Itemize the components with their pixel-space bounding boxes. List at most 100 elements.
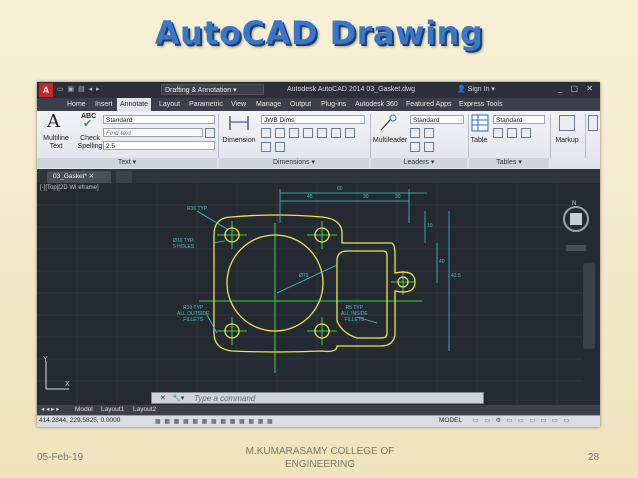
tab-express-tools[interactable]: Express Tools (459, 98, 502, 111)
slide-title: AutoCAD Drawing (154, 14, 484, 52)
dim-top-overall: 80 (337, 186, 343, 192)
drafting-toggles[interactable]: ▦ ▦ ▦ ▦ ▦ ▦ ▦ ▦ ▦ ▦ ▦ ▦ ▦ (155, 418, 274, 425)
dim-tool-icon-8[interactable] (261, 142, 271, 152)
dim-tool-icon-3[interactable] (289, 128, 299, 138)
svg-text:N: N (572, 201, 576, 207)
note-outside-fillets: R10 TYP ALL OUTSIDE FILLETS (177, 305, 209, 323)
dim-right-overall: 42.5 (451, 273, 461, 279)
slide-college: M.KUMARASAMY COLLEGE OF ENGINEERING (240, 445, 400, 471)
tab-featured-apps[interactable]: Featured Apps (406, 98, 452, 111)
tab-autodesk-360[interactable]: Autodesk 360 (355, 98, 398, 111)
leaders-panel-label[interactable]: Leaders ▾ (371, 158, 467, 168)
annotation-scaling-icon[interactable] (588, 115, 598, 131)
command-line[interactable]: ✕ 🔧▾ Type a command (151, 392, 484, 404)
window-controls[interactable]: _ ▢ ✕ (558, 84, 596, 93)
note-outside-3: FILLETS (183, 317, 204, 323)
dim-top-left: 45 (307, 194, 313, 200)
text-style-value: Standard (106, 117, 133, 124)
align-leader-icon[interactable] (410, 142, 420, 152)
dim-tool-icon-1[interactable] (261, 128, 271, 138)
multileader-icon (380, 114, 397, 131)
find-replace-icon[interactable] (205, 128, 215, 138)
status-tray-icons[interactable]: ▭ ▭ ⚙ ▭ ▭ ▭ ▭ ▭ ▭ (473, 417, 571, 424)
note-r16: R16 TYP. (187, 206, 208, 212)
table-tool-icon-2[interactable] (507, 128, 517, 138)
text-height-dropdown[interactable]: 2.5 (103, 141, 215, 150)
centerlines (199, 221, 422, 373)
new-tab-button[interactable] (116, 171, 132, 183)
quick-access-toolbar[interactable]: ▭ ▣ ▤ ◂ ▸ (57, 85, 101, 93)
find-text-input[interactable]: Find text (103, 128, 203, 137)
drawing-canvas[interactable]: [-][Top][2D Wireframe] R16 TYP. Ø10 TYP.… (37, 183, 600, 405)
command-prompt-icon[interactable]: 🔧▾ (172, 394, 184, 402)
remove-leader-icon[interactable] (424, 128, 434, 138)
tab-layout[interactable]: Layout (159, 98, 180, 111)
markup-label: Markup (555, 137, 579, 144)
workspace-dropdown[interactable]: Drafting & Annotation ▾ (161, 84, 264, 95)
tab-view[interactable]: View (231, 98, 246, 111)
check-spelling-label-1: Check (80, 135, 100, 142)
title-bar: A ▭ ▣ ▤ ◂ ▸ Drafting & Annotation ▾ Auto… (37, 82, 600, 98)
collect-leader-icon[interactable] (424, 142, 434, 152)
multiline-label-2: Text (49, 143, 63, 150)
college-line-2: ENGINEERING (284, 459, 355, 470)
layout-nav-arrows[interactable]: ◂ ◂ ▸ ▸ (41, 405, 59, 415)
tab-parametric[interactable]: Parametric (189, 98, 223, 111)
text-style-dropdown[interactable]: Standard (103, 115, 215, 124)
tab-manage[interactable]: Manage (256, 98, 281, 111)
mleader-style-dropdown[interactable]: Standard (410, 115, 464, 124)
text-panel-label[interactable]: Text ▾ (37, 158, 217, 168)
workspace-label: Drafting & Annotation (165, 87, 232, 94)
layout-tabs: ◂ ◂ ▸ ▸ Model Layout1 Layout2 (37, 405, 600, 415)
dim-tool-icon-6[interactable] (331, 128, 341, 138)
dimension-icon (229, 116, 249, 130)
tab-annotate[interactable]: Annotate (117, 98, 152, 111)
document-tab-gasket[interactable]: 03_Gasket* ✕ (47, 171, 111, 183)
note-holes-2: 5 HOLES (173, 244, 195, 250)
checkmark-icon: ✔ (83, 118, 93, 130)
autocad-logo-icon[interactable]: A (39, 83, 53, 97)
dimension-lines (196, 189, 450, 351)
table-tool-icon-1[interactable] (493, 128, 503, 138)
dim-tool-icon-5[interactable] (317, 128, 327, 138)
dim-tool-icon-7[interactable] (345, 128, 355, 138)
viewcube-icon[interactable]: N (561, 197, 591, 253)
gasket-drawing (37, 183, 582, 405)
sign-in-button[interactable]: 👤 Sign In ▾ (457, 85, 495, 93)
check-spelling-label-2: Spelling (77, 143, 103, 150)
dim-tool-icon-4[interactable] (303, 128, 313, 138)
dim-diameter: Ø70 (299, 273, 309, 279)
tab-insert[interactable]: Insert (95, 98, 113, 111)
text-a-icon: A (47, 111, 60, 132)
close-icon[interactable]: ✕ (89, 173, 94, 180)
tab-model[interactable]: Model (75, 405, 93, 415)
navigation-bar[interactable] (583, 263, 595, 349)
add-leader-icon[interactable] (410, 128, 420, 138)
slide-date: 05-Feb-19 (37, 452, 84, 463)
ucs-icon: Y X (43, 356, 70, 390)
sign-in-label: Sign In (467, 86, 490, 93)
markup-icon (559, 115, 575, 131)
svg-text:X: X (65, 381, 70, 388)
dim-tool-icon-9[interactable] (275, 142, 285, 152)
ribbon-tabs: Home Insert Annotate Layout Parametric V… (37, 98, 600, 111)
close-icon[interactable]: ✕ (160, 394, 166, 402)
table-tool-icon-3[interactable] (521, 128, 531, 138)
tab-output[interactable]: Output (290, 98, 311, 111)
tab-plugins[interactable]: Plug-ins (321, 98, 346, 111)
tab-home[interactable]: Home (67, 98, 86, 111)
dim-style-dropdown[interactable]: JWB Dims (261, 115, 365, 124)
tables-panel-label[interactable]: Tables ▾ (469, 158, 549, 168)
command-input[interactable]: Type a command (194, 394, 255, 403)
panel-divider (585, 114, 586, 158)
dimensions-panel-label[interactable]: Dimensions ▾ (219, 158, 369, 168)
college-line-1: M.KUMARASAMY COLLEGE OF (245, 446, 395, 457)
multileader-label: Multileader (372, 137, 408, 144)
table-style-value: Standard (496, 117, 523, 124)
dim-tool-icon-2[interactable] (275, 128, 285, 138)
tab-layout2[interactable]: Layout2 (133, 405, 156, 415)
dim-top-right: 30 (395, 194, 401, 200)
table-style-dropdown[interactable]: Standard (493, 115, 545, 124)
tab-layout1[interactable]: Layout1 (101, 405, 124, 415)
model-space-button[interactable]: MODEL (439, 417, 462, 424)
